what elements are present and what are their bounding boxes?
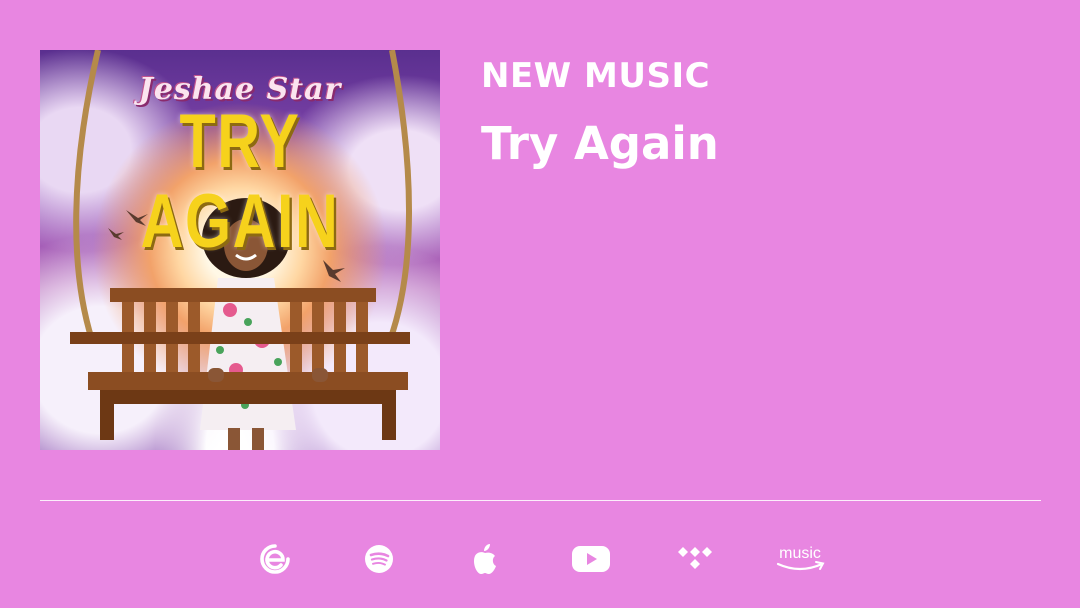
apple-link[interactable] — [460, 536, 510, 582]
amazon-music-link[interactable]: music — [770, 536, 830, 582]
youtube-link[interactable] — [566, 536, 616, 582]
album-cover: Jeshae Star TRY AGAIN — [40, 50, 440, 450]
cover-title-text: TRY AGAIN — [140, 99, 340, 264]
tidal-icon — [678, 547, 712, 569]
emusic-icon — [260, 544, 290, 574]
youtube-icon — [572, 546, 610, 572]
amazon-music-label: music — [779, 545, 821, 562]
tidal-link[interactable] — [670, 536, 720, 582]
apple-icon — [474, 544, 496, 574]
divider — [40, 500, 1041, 501]
emusic-link[interactable] — [250, 536, 300, 582]
amazon-music-icon: music — [776, 545, 825, 571]
new-music-label: NEW MUSIC — [481, 56, 711, 96]
spotify-link[interactable] — [354, 536, 404, 582]
spotify-icon — [365, 545, 393, 573]
song-title: Try Again — [481, 117, 719, 170]
platform-links: music — [250, 536, 850, 586]
